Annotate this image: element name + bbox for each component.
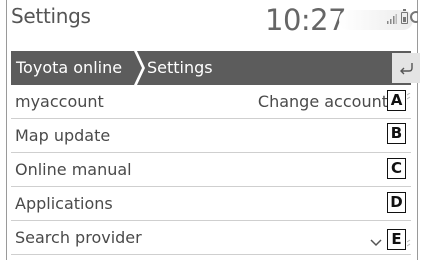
callout-marker-a: A [387, 90, 406, 111]
scrollbar-top[interactable] [407, 93, 411, 105]
list-item-myaccount[interactable]: myaccount Change account [11, 85, 411, 119]
list-item-label: Applications [15, 194, 113, 213]
list-item-label: Search provider [15, 228, 142, 247]
status-edge-icon [410, 11, 418, 25]
back-button[interactable] [392, 53, 420, 83]
clock: 10:27 [265, 3, 347, 37]
list-item-label: Map update [15, 126, 111, 145]
list-item-label: Online manual [15, 160, 132, 179]
chevron-down-icon[interactable] [370, 239, 382, 247]
settings-screen: Settings 10:27 Toyota online Settings my… [6, 0, 420, 260]
list-item-online-manual[interactable]: Online manual [11, 153, 411, 187]
change-account-label[interactable]: Change account [258, 85, 388, 118]
callout-marker-c: C [387, 158, 406, 179]
screen-title: Settings [11, 4, 91, 28]
list-item-label: myaccount [15, 92, 104, 111]
back-arrow-icon [400, 63, 413, 75]
callout-marker-d: D [387, 192, 406, 213]
breadcrumb-item-settings: Settings [147, 58, 213, 77]
list-item-map-update[interactable]: Map update [11, 119, 411, 153]
breadcrumb-separator [129, 51, 145, 85]
scrollbar-bottom[interactable] [407, 236, 411, 248]
breadcrumb: Toyota online Settings [11, 51, 411, 85]
callout-marker-e: E [387, 229, 406, 250]
callout-marker-b: B [387, 123, 406, 144]
signal-icon [387, 14, 397, 24]
list-item-applications[interactable]: Applications [11, 187, 411, 221]
battery-icon [401, 9, 408, 24]
breadcrumb-item-toyota-online[interactable]: Toyota online [11, 51, 133, 85]
list-item-search-provider[interactable]: Search provider [11, 221, 411, 255]
